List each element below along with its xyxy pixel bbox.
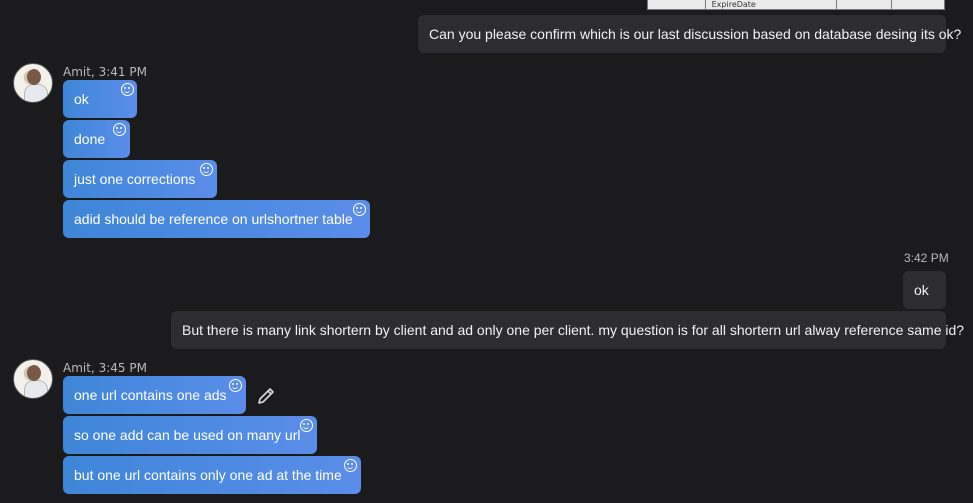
message-text: so one add can be used on many url — [74, 427, 301, 443]
chat-conversation: ExpireDate Can you please confirm which … — [0, 0, 973, 503]
outgoing-message-bubble[interactable]: Can you please confirm which is our last… — [418, 15, 961, 53]
message-text: Can you please confirm which is our last… — [429, 26, 962, 42]
avatar[interactable] — [13, 63, 53, 103]
smiley-icon[interactable] — [229, 379, 242, 392]
sender-name-time: Amit, 3:41 PM — [63, 65, 147, 79]
avatar[interactable] — [13, 359, 53, 399]
message-text: one url contains one ads — [74, 387, 227, 403]
smiley-icon[interactable] — [300, 419, 313, 432]
smiley-icon[interactable] — [121, 83, 134, 96]
message-text: But there is many link shortern by clien… — [182, 322, 965, 338]
message-text: just one corrections — [74, 171, 196, 187]
smiley-icon[interactable] — [353, 203, 366, 216]
incoming-message-bubble[interactable]: just one corrections — [63, 160, 217, 198]
smiley-icon[interactable] — [113, 123, 126, 136]
table-cell — [648, 0, 706, 9]
pencil-icon[interactable] — [255, 385, 277, 407]
message-text: done — [74, 131, 106, 147]
incoming-message-bubble[interactable]: one url contains one ads — [63, 376, 246, 414]
sender-name-time: Amit, 3:45 PM — [63, 361, 147, 375]
incoming-message-bubble[interactable]: done — [63, 120, 130, 158]
table-cell — [837, 0, 893, 9]
incoming-message-bubble[interactable]: but one url contains only one ad at the … — [63, 456, 361, 494]
smiley-icon[interactable] — [200, 163, 213, 176]
table-cell — [892, 0, 944, 9]
message-text: but one url contains only one ad at the … — [74, 467, 342, 483]
smiley-icon[interactable] — [344, 459, 357, 472]
outgoing-message-bubble[interactable]: ok — [903, 271, 946, 309]
incoming-message-bubble[interactable]: so one add can be used on many url — [63, 416, 317, 454]
incoming-message-bubble[interactable]: ok — [63, 80, 137, 118]
outgoing-message-bubble[interactable]: But there is many link shortern by clien… — [171, 311, 964, 349]
message-text: ok — [74, 91, 89, 107]
incoming-message-bubble[interactable]: adid should be reference on urlshortner … — [63, 200, 370, 238]
message-text: adid should be reference on urlshortner … — [74, 211, 353, 227]
message-timestamp: 3:42 PM — [904, 251, 949, 265]
message-text: ok — [914, 282, 929, 298]
shared-table-image[interactable]: ExpireDate — [647, 0, 945, 10]
table-column-label: ExpireDate — [706, 0, 837, 9]
